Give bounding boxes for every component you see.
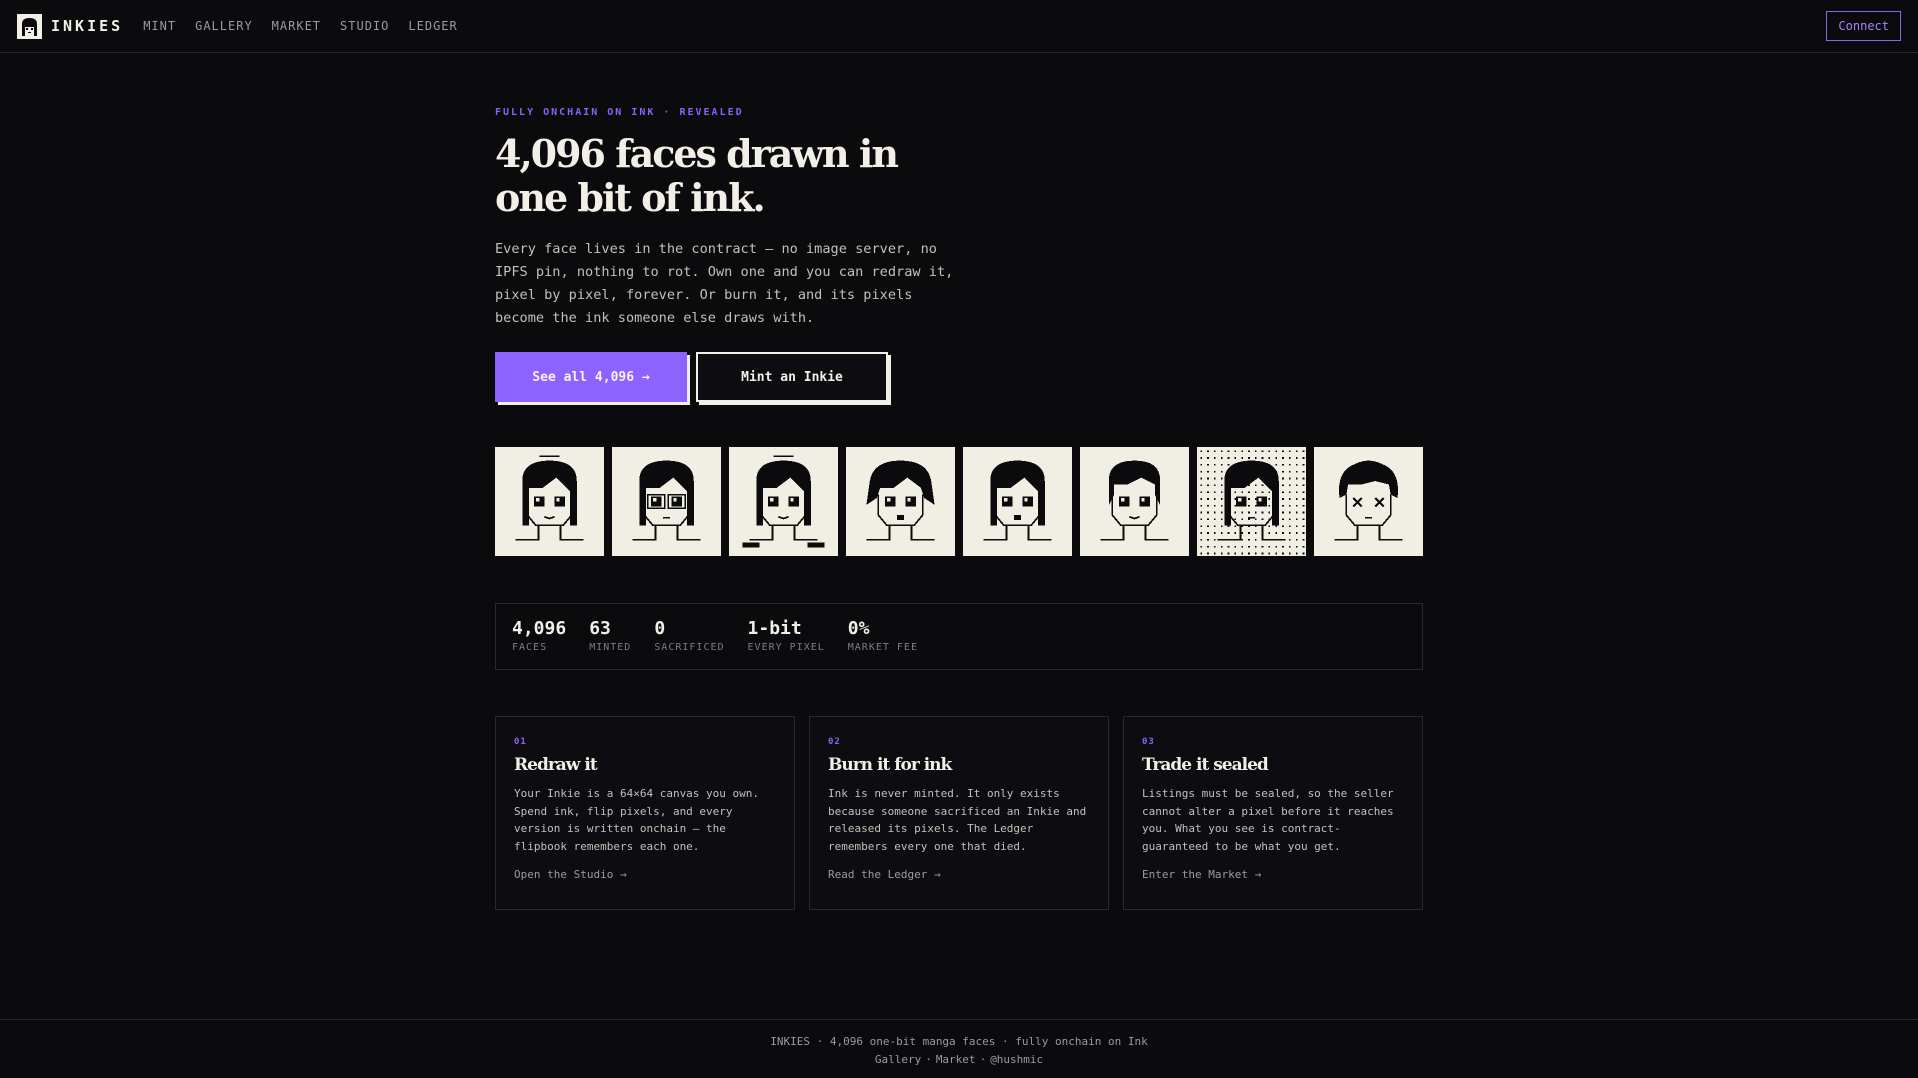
face-art [495,447,604,556]
face-art [846,447,955,556]
stat-market-fee: 0% MARKET FEE [847,618,918,654]
nav-item-ledger[interactable]: LEDGER [408,19,457,33]
card-title: Trade it sealed [1142,755,1269,775]
face-tile-8[interactable] [1314,447,1423,556]
stat-value: 4,096 [512,618,567,639]
stat-faces: 4,096 FACES [512,618,567,654]
face-tile-2[interactable] [612,447,721,556]
stat-label: FACES [512,642,548,653]
hero-kicker: FULLY ONCHAIN ON INK · REVEALED [495,107,744,118]
card-number: 01 [514,737,527,747]
nav-item-studio[interactable]: STUDIO [340,19,389,33]
headline-line-1: 4,096 faces drawn in [495,131,899,176]
nav-item-market[interactable]: MARKET [272,19,321,33]
stat-minted: 63 MINTED [589,618,632,654]
stats-panel: 4,096 FACES 63 MINTED 0 SACRIFICED 1-bit… [495,603,1423,670]
manga-face-icon [17,13,42,39]
main-content: FULLY ONCHAIN ON INK · REVEALED 4,096 fa… [495,53,1423,910]
face-tile-7[interactable] [1197,447,1306,556]
nav-item-mint[interactable]: MINT [143,19,176,33]
feature-card-trade: 03 Trade it sealed Listings must be seal… [1123,716,1423,910]
feature-card-redraw: 01 Redraw it Your Inkie is a 64×64 canva… [495,716,795,910]
see-all-button[interactable]: See all 4,096 → [495,352,687,402]
stat-every-pixel: 1-bit EVERY PIXEL [747,618,825,654]
stat-value: 1-bit [747,618,802,639]
nav-item-gallery[interactable]: GALLERY [195,19,253,33]
footer-link-handle[interactable]: @hushmic [990,1053,1043,1066]
face-art [729,447,838,556]
stat-value: 0% [847,618,870,639]
footer-separator: · [925,1053,932,1066]
card-number: 03 [1142,737,1155,747]
enter-market-link[interactable]: Enter the Market → [1142,868,1404,881]
footer-links: Gallery · Market · @hushmic [0,1051,1918,1069]
stat-label: SACRIFICED [654,642,725,653]
card-body: Your Inkie is a 64×64 canvas you own. Sp… [514,787,760,853]
face-tile-5[interactable] [963,447,1072,556]
face-tile-3[interactable] [729,447,838,556]
stat-sacrificed: 0 SACRIFICED [654,618,725,654]
card-number: 02 [828,737,841,747]
top-nav-bar: INKIES MINT GALLERY MARKET STUDIO LEDGER… [0,0,1918,53]
footer-link-market[interactable]: Market [936,1053,976,1066]
card-body: Ink is never minted. It only exists beca… [828,787,1087,853]
brand[interactable]: INKIES [17,13,124,39]
footer-link-gallery[interactable]: Gallery [875,1053,921,1066]
face-tile-4[interactable] [846,447,955,556]
main-nav: MINT GALLERY MARKET STUDIO LEDGER [143,19,477,33]
face-art [963,447,1072,556]
footer-tagline: INKIES · 4,096 one-bit manga faces · ful… [770,1035,1148,1048]
face-tile-6[interactable] [1080,447,1189,556]
face-art [1314,447,1423,556]
hero-headline: 4,096 faces drawn in one bit of ink. [495,132,975,220]
read-ledger-link[interactable]: Read the Ledger → [828,868,1090,881]
stat-label: MINTED [589,642,632,653]
hero-intro: Every face lives in the contract — no im… [495,241,954,326]
face-tile-1[interactable] [495,447,604,556]
mint-button[interactable]: Mint an Inkie [696,352,888,402]
open-studio-link[interactable]: Open the Studio → [514,868,776,881]
face-art [1080,447,1189,556]
stat-label: MARKET FEE [847,642,918,653]
stat-value: 63 [589,618,611,639]
card-body: Listings must be sealed, so the seller c… [1142,787,1394,853]
headline-line-2: one bit of ink. [495,175,766,220]
stat-value: 0 [654,618,666,639]
brand-name: INKIES [51,17,124,35]
stat-label: EVERY PIXEL [747,642,825,653]
footer-separator: · [979,1053,987,1066]
connect-wallet-button[interactable]: Connect [1826,11,1901,41]
face-art [612,447,721,556]
cta-row: See all 4,096 → Mint an Inkie [495,352,1423,402]
card-title: Burn it for ink [828,755,952,775]
face-art [1197,447,1306,556]
footer: INKIES · 4,096 one-bit manga faces · ful… [0,1019,1918,1078]
feature-card-burn: 02 Burn it for ink Ink is never minted. … [809,716,1109,910]
feature-cards: 01 Redraw it Your Inkie is a 64×64 canva… [495,716,1423,910]
card-title: Redraw it [514,755,598,775]
face-strip [495,447,1423,556]
